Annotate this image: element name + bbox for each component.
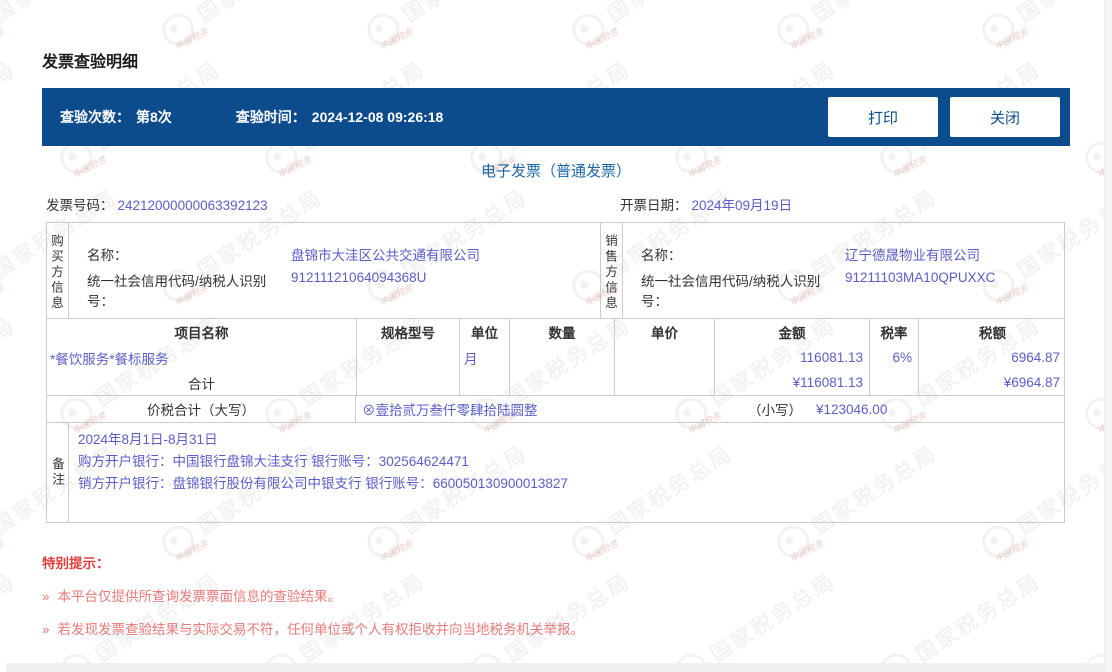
subtotal-unit	[459, 370, 509, 395]
invoice-verification-page: 发票查验明细 查验次数： 第8次 查验时间： 2024-12-08 09:26:…	[0, 0, 1112, 672]
subtotal-spec	[356, 370, 459, 395]
remarks-side-label: 备注	[47, 423, 69, 522]
buyer-section: 购买方信息 名称： 盘锦市大洼区公共交通有限公司 统一社会信用代码/纳税人识别号…	[47, 223, 601, 318]
buyer-name-value: 盘锦市大洼区公共交通有限公司	[291, 248, 480, 263]
close-button[interactable]: 关闭	[950, 97, 1060, 137]
col-header-taxrate: 税率	[869, 319, 918, 345]
total-amount-figures: ¥123046.00	[816, 401, 888, 417]
invoice-number: 发票号码： 24212000000063392123	[46, 194, 268, 214]
buyer-taxid-label: 统一社会信用代码/纳税人识别号：	[87, 274, 267, 309]
item-spec	[356, 345, 459, 370]
verification-banner: 查验次数： 第8次 查验时间： 2024-12-08 09:26:18 打印 关…	[42, 88, 1070, 146]
buyer-name-label: 名称：	[87, 248, 128, 263]
col-header-item-name: 项目名称	[174, 326, 229, 341]
print-button[interactable]: 打印	[828, 97, 938, 137]
col-header-amount: 金额	[714, 319, 869, 345]
notice-item-2: » 若发现发票查验结果与实际交易不符，任何单位或个人有权拒收并向当地税务机关举报。	[42, 618, 1070, 638]
invoice-table: 购买方信息 名称： 盘锦市大洼区公共交通有限公司 统一社会信用代码/纳税人识别号…	[46, 222, 1065, 523]
seller-side-label: 销售方信息	[601, 223, 623, 318]
invoice-date-label: 开票日期：	[620, 198, 688, 213]
total-words-label: 价税合计（大写）	[47, 396, 356, 422]
subtotal-amount: ¥116081.13	[714, 370, 869, 395]
subtotal-qty	[509, 370, 614, 395]
item-row: *餐饮服务*餐标服务 月 116081.13 6% 6964.87	[47, 345, 1064, 370]
subtotal-taxrate	[869, 370, 918, 395]
check-count-label: 查验次数：	[60, 109, 130, 125]
line-items-table: 项目名称 规格型号 单位 数量 单价 金额 税率 税额 *餐饮服务*餐标服务 月…	[47, 319, 1064, 395]
invoice-type-title: 电子发票（普通发票）	[480, 163, 631, 180]
invoice-number-value: 24212000000063392123	[117, 198, 268, 213]
item-taxrate: 6%	[869, 345, 918, 370]
notice-item-2-text: 若发现发票查验结果与实际交易不符，任何单位或个人有权拒收并向当地税务机关举报。	[57, 622, 585, 637]
invoice-number-label: 发票号码：	[46, 198, 114, 213]
item-name: *餐饮服务*餐标服务	[50, 351, 169, 367]
buyer-taxid-value: 91211121064094368U	[291, 270, 427, 285]
special-notice: 特别提示： » 本平台仅提供所查询发票票面信息的查验结果。 » 若发现发票查验结果与…	[42, 552, 1070, 638]
party-section: 购买方信息 名称： 盘锦市大洼区公共交通有限公司 统一社会信用代码/纳税人识别号…	[47, 223, 1064, 319]
seller-taxid-label: 统一社会信用代码/纳税人识别号：	[641, 274, 821, 309]
total-amount-words: ⊗壹拾贰万叁仟零肆拾陆圆整	[362, 403, 538, 418]
seller-section: 销售方信息 名称： 辽宁德晟物业有限公司 统一社会信用代码/纳税人识别号： 91…	[601, 223, 1064, 318]
check-time-value: 2024-12-08 09:26:18	[311, 109, 444, 125]
item-qty	[509, 345, 614, 370]
seller-info: 名称： 辽宁德晟物业有限公司 统一社会信用代码/纳税人识别号： 91211103…	[623, 223, 1064, 318]
col-header-tax: 税额	[918, 319, 1066, 345]
item-price	[614, 345, 714, 370]
remarks-body: 2024年8月1日-8月31日 购方开户银行：中国银行盘锦大洼支行 银行账号：3…	[69, 423, 1064, 522]
col-header-price: 单价	[614, 319, 714, 345]
buyer-info: 名称： 盘锦市大洼区公共交通有限公司 统一社会信用代码/纳税人识别号： 9121…	[69, 223, 600, 318]
seller-name-value: 辽宁德晟物业有限公司	[845, 248, 980, 263]
seller-taxid-value: 91211103MA10QPUXXC	[845, 270, 996, 285]
subtotal-label: 合计	[188, 376, 215, 392]
remarks-line-seller-bank: 销方开户银行：盘锦银行股份有限公司中银支行 银行账号：6600501309000…	[78, 476, 568, 491]
total-figures-label: （小写）	[748, 403, 802, 418]
notice-item-1: » 本平台仅提供所查询发票票面信息的查验结果。	[42, 585, 1070, 605]
total-amount-values: ⊗壹拾贰万叁仟零肆拾陆圆整 （小写） ¥123046.00	[356, 396, 1064, 422]
invoice-date: 开票日期： 2024年09月19日	[620, 194, 792, 214]
subtotal-tax: ¥6964.87	[918, 370, 1066, 395]
notice-bullet-icon: »	[42, 589, 50, 604]
page-title: 发票查验明细	[42, 54, 139, 71]
item-unit: 月	[459, 345, 509, 370]
seller-name-label: 名称：	[641, 248, 682, 263]
col-header-qty: 数量	[509, 319, 614, 345]
notice-bullet-icon: »	[42, 622, 50, 637]
invoice-date-value: 2024年09月19日	[691, 198, 793, 213]
total-amount-row: 价税合计（大写） ⊗壹拾贰万叁仟零肆拾陆圆整 （小写） ¥123046.00	[47, 395, 1064, 422]
col-header-spec: 规格型号	[356, 319, 459, 345]
remarks-line-buyer-bank: 购方开户银行：中国银行盘锦大洼支行 银行账号：302564624471	[78, 454, 469, 469]
check-count-value: 第8次	[136, 109, 172, 125]
check-time-label: 查验时间：	[235, 109, 306, 125]
notice-title: 特别提示：	[42, 556, 110, 571]
item-tax: 6964.87	[918, 345, 1066, 370]
item-amount: 116081.13	[714, 345, 869, 370]
notice-item-1-text: 本平台仅提供所查询发票票面信息的查验结果。	[57, 589, 342, 604]
col-header-unit: 单位	[459, 319, 509, 345]
subtotal-row: 合计 ¥116081.13 ¥6964.87	[47, 370, 1064, 395]
remarks-section: 备注 2024年8月1日-8月31日 购方开户银行：中国银行盘锦大洼支行 银行账…	[47, 422, 1064, 522]
remarks-line-period: 2024年8月1日-8月31日	[78, 432, 218, 447]
subtotal-price	[614, 370, 714, 395]
buyer-side-label: 购买方信息	[47, 223, 69, 318]
invoice-meta-row: 发票号码： 24212000000063392123 开票日期： 2024年09月1…	[46, 194, 1065, 214]
items-header-row: 项目名称 规格型号 单位 数量 单价 金额 税率 税额	[47, 319, 1064, 345]
